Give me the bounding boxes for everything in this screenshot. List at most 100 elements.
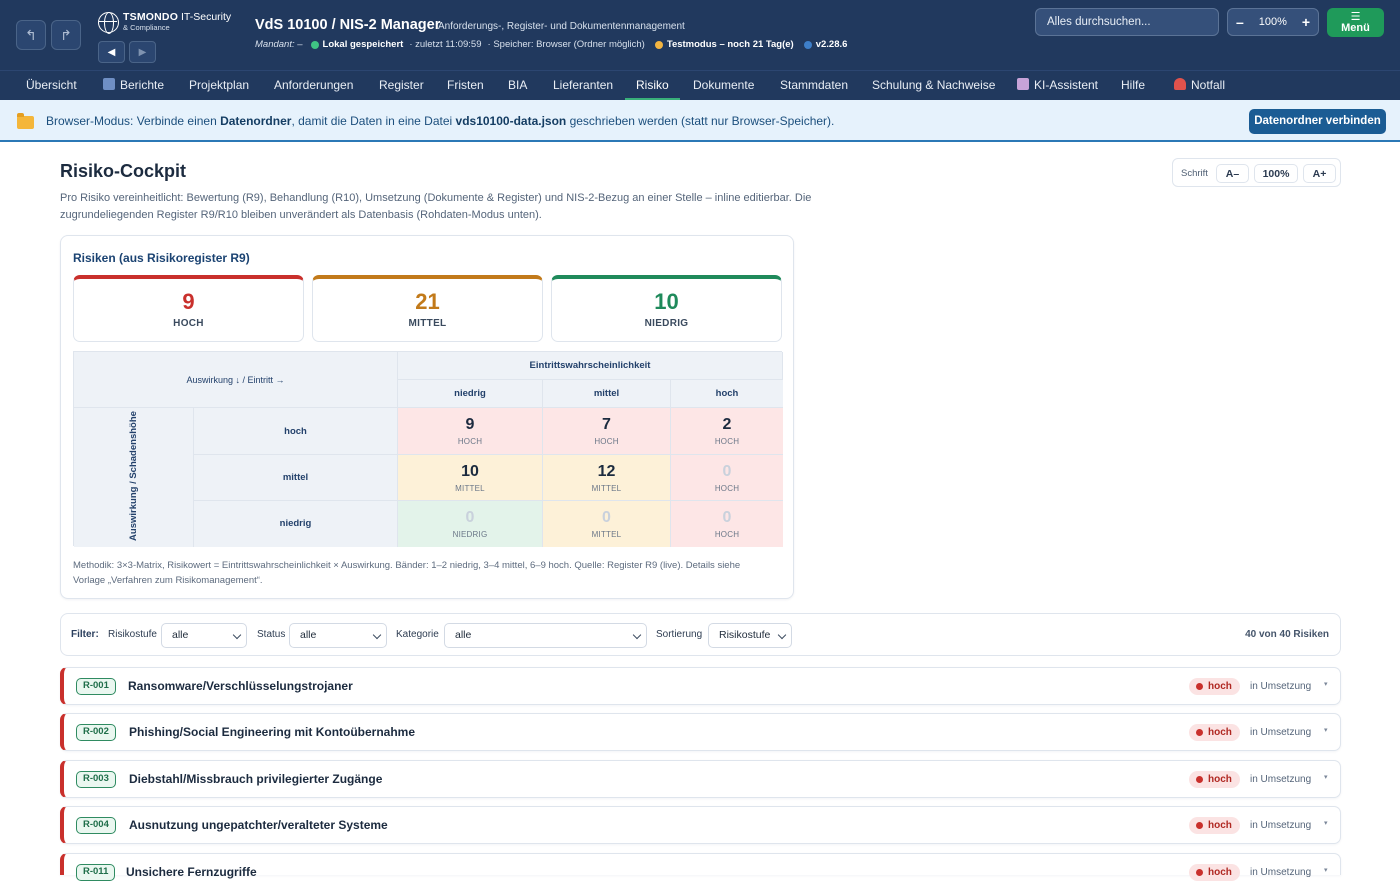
page-description: Pro Risiko vereinheitlicht: Bewertung (R…	[60, 192, 812, 221]
stat-value: 21	[415, 289, 440, 314]
font-decrease-button[interactable]: A–	[1216, 164, 1249, 183]
expand-caret-icon[interactable]: ▾	[1324, 680, 1328, 688]
risk-level-select[interactable]: alle	[161, 623, 247, 648]
version-label: v2.28.6	[815, 39, 848, 50]
matrix-cell[interactable]: 0 HOCH	[671, 501, 783, 547]
tab-schulung[interactable]: Schulung & Nachweise	[872, 71, 995, 100]
redo-button[interactable]: ↱	[51, 20, 81, 50]
risk-id: R-011	[76, 864, 116, 881]
risk-status: in Umsetzung	[1250, 867, 1312, 878]
matrix-cell-band: MITTEL	[455, 484, 485, 493]
matrix-cell[interactable]: 0 HOCH	[671, 455, 783, 501]
tab-bia[interactable]: BIA	[508, 71, 527, 100]
matrix-cell-band: HOCH	[714, 437, 740, 446]
tab-label: Stammdaten	[780, 78, 849, 92]
category-select[interactable]: alle	[444, 623, 647, 648]
tab-berichte[interactable]: Berichte	[103, 71, 164, 100]
matrix-cell[interactable]: 10 MITTEL	[398, 455, 543, 501]
matrix-cell-band: HOCH	[714, 530, 740, 539]
matrix-cell[interactable]: 0 NIEDRIG	[398, 501, 543, 547]
banner-text: Browser-Modus: Verbinde einen Datenordne…	[46, 114, 834, 128]
menu-button[interactable]: ☰ Menü	[1327, 8, 1384, 37]
folder-icon	[17, 113, 34, 129]
undo-icon: ↰	[25, 26, 37, 43]
tab-uebersicht[interactable]: Übersicht	[26, 71, 77, 100]
risk-status: in Umsetzung	[1250, 727, 1312, 738]
tab-label: Notfall	[1191, 78, 1226, 92]
card-title: Risiken (aus Risikoregister R9)	[73, 251, 250, 265]
expand-caret-icon[interactable]: ▾	[1324, 819, 1328, 827]
tab-projektplan[interactable]: Projektplan	[189, 71, 249, 100]
matrix-cell-band: HOCH	[457, 437, 483, 446]
font-label: Schrift	[1181, 168, 1208, 179]
tab-dokumente[interactable]: Dokumente	[693, 71, 754, 100]
stat-hoch[interactable]: 9 HOCH	[73, 275, 304, 342]
top-header: ↰ ↱ TSMONDO IT-Security & Compliance ◀ ▶…	[0, 0, 1400, 70]
zoom-in-button[interactable]: +	[1302, 14, 1310, 30]
matrix-cell[interactable]: 0 MITTEL	[543, 501, 671, 547]
tab-ki-assistent[interactable]: KI-Assistent	[1017, 71, 1098, 100]
risk-row[interactable]: R-004 Ausnutzung ungepatchter/veralteter…	[60, 806, 1341, 844]
matrix-cell[interactable]: 7 HOCH	[543, 408, 671, 455]
back-button[interactable]: ◀	[98, 41, 125, 63]
select-value: Risikostufe	[719, 629, 771, 641]
stat-label: MITTEL	[408, 318, 447, 329]
tab-label: Risiko	[636, 78, 669, 92]
font-increase-button[interactable]: A+	[1303, 164, 1336, 183]
sort-select[interactable]: Risikostufe	[708, 623, 792, 648]
stat-mittel[interactable]: 21 MITTEL	[312, 275, 543, 342]
undo-button[interactable]: ↰	[16, 20, 46, 50]
chevron-down-icon	[777, 630, 787, 640]
tab-risiko[interactable]: Risiko	[625, 71, 680, 100]
risk-row[interactable]: R-011 Unsichere Fernzugriffe hoch in Ums…	[60, 853, 1341, 881]
banner-text-part: Browser-Modus: Verbinde einen	[46, 114, 221, 128]
zoom-control: – 100% +	[1227, 8, 1319, 36]
tab-stammdaten[interactable]: Stammdaten	[780, 71, 848, 100]
matrix-cell-value: 0	[602, 509, 611, 526]
matrix-cell[interactable]: 12 MITTEL	[543, 455, 671, 501]
saved-dot-icon	[310, 40, 319, 49]
stat-niedrig[interactable]: 10 NIEDRIG	[551, 275, 782, 342]
matrix-cell-value: 12	[597, 463, 616, 480]
sort-label: Sortierung	[656, 629, 703, 640]
matrix-cell-band: HOCH	[594, 437, 619, 446]
matrix-cell[interactable]: 9 HOCH	[398, 408, 543, 455]
expand-caret-icon[interactable]: ▾	[1324, 773, 1328, 781]
chevron-down-icon	[232, 630, 242, 640]
connect-folder-button[interactable]: Datenordner verbinden	[1249, 109, 1386, 134]
forward-button[interactable]: ▶	[129, 41, 156, 63]
risk-row[interactable]: R-003 Diebstahl/Missbrauch privilegierte…	[60, 760, 1341, 798]
matrix-col-group: Eintrittswahrscheinlichkeit	[398, 352, 783, 380]
tab-fristen[interactable]: Fristen	[447, 71, 484, 100]
tab-register[interactable]: Register	[379, 71, 424, 100]
risk-id: R-002	[76, 724, 116, 741]
tab-label: Schulung & Nachweise	[872, 78, 996, 92]
saved-status: Lokal gespeichert	[322, 39, 404, 50]
expand-caret-icon[interactable]: ▾	[1324, 866, 1328, 874]
expand-caret-icon[interactable]: ▾	[1324, 726, 1328, 734]
global-search-input[interactable]	[1035, 8, 1219, 36]
risk-level-badge: hoch	[1189, 817, 1240, 834]
company-logo: TSMONDO IT-Security & Compliance	[98, 11, 231, 35]
tab-lieferanten[interactable]: Lieferanten	[553, 71, 613, 100]
risk-row[interactable]: R-002 Phishing/Social Engineering mit Ko…	[60, 713, 1341, 751]
zoom-out-button[interactable]: –	[1236, 14, 1244, 30]
app-title: VdS 10100 / NIS-2 Manager	[255, 17, 441, 33]
tab-label: Dokumente	[693, 78, 755, 92]
tab-anforderungen[interactable]: Anforderungen	[274, 71, 353, 100]
matrix-col-header: niedrig	[398, 380, 543, 408]
tab-hilfe[interactable]: Hilfe	[1121, 71, 1145, 100]
banner-text-part: geschrieben werden (statt nur Browser-Sp…	[566, 114, 835, 128]
risk-title: Ausnutzung ungepatchter/veralteter Syste…	[129, 818, 388, 832]
risk-level-badge: hoch	[1189, 724, 1240, 741]
matrix-cell[interactable]: 2 HOCH	[671, 408, 783, 455]
tab-label: BIA	[508, 78, 528, 92]
risk-row[interactable]: R-001 Ransomware/Verschlüsselungstrojane…	[60, 667, 1341, 705]
logo-it: IT-Security	[181, 11, 232, 23]
matrix-corner: Auswirkung ↓ / Eintritt →	[74, 352, 398, 408]
browser-mode-banner: Browser-Modus: Verbinde einen Datenordne…	[0, 100, 1400, 142]
tab-notfall[interactable]: Notfall	[1174, 71, 1225, 100]
risk-count: 40 von 40 Risiken	[1245, 629, 1329, 640]
status-select[interactable]: alle	[289, 623, 387, 648]
risk-level-badge: hoch	[1189, 864, 1240, 881]
